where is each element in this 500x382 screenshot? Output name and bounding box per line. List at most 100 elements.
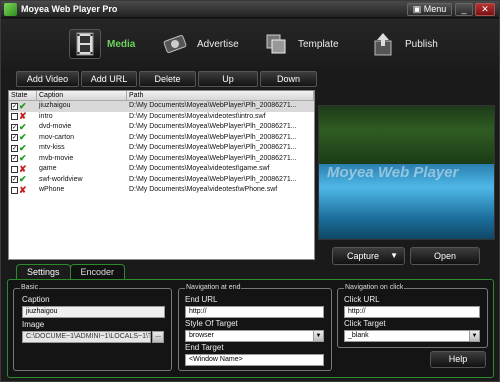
row-caption: mtv-kiss — [39, 144, 65, 151]
help-button[interactable]: Help — [430, 351, 486, 368]
navigation-on-click-group: Navigation on click Click URL http:// Cl… — [337, 284, 488, 348]
row-state: ✓ ✔ — [9, 122, 37, 133]
row-state: ✓ ✔ — [9, 154, 37, 165]
error-x-icon: ✘ — [19, 163, 27, 174]
media-list-rows: ✓ ✔ jiuzhaigou D:\My Documents\Moyea\WebPla… — [9, 101, 314, 196]
table-row[interactable]: ✓ ✔ dvd-movie D:\My Documents\Moyea\WebPlay… — [9, 122, 314, 133]
style-of-target-select[interactable]: browser ▼ — [185, 330, 324, 342]
style-of-target-label: Style Of Target — [185, 319, 238, 328]
down-button[interactable]: Down — [260, 71, 317, 87]
row-state: ✓ ✔ — [9, 101, 37, 112]
nav-advertise[interactable]: Advertise — [159, 27, 239, 61]
row-path: D:\My Documents\Moyea\videotest\wPhone.s… — [129, 186, 278, 193]
menu-button[interactable]: ▣ Menu — [407, 3, 452, 16]
chevron-down-icon[interactable]: ▼ — [469, 331, 479, 341]
end-target-label: End Target — [185, 343, 224, 352]
close-button[interactable]: ✕ — [475, 3, 495, 16]
tab-settings[interactable]: Settings — [16, 264, 71, 279]
up-button[interactable]: Up — [198, 71, 258, 87]
click-target-select[interactable]: _blank ▼ — [344, 330, 480, 342]
film-reel-icon — [159, 29, 191, 59]
capture-button[interactable]: Capture ▼ — [332, 247, 405, 265]
preview-forest — [319, 106, 494, 166]
settings-panel: Basic Caption jiuzhaigou Image C:\DOCUME… — [7, 279, 494, 378]
row-path: D:\My Documents\Moyea\WebPlayer\Plh_2008… — [129, 133, 297, 141]
title-bar: Moyea Web Player Pro ▣ Menu _ ✕ — [1, 1, 499, 18]
tab-encoder[interactable]: Encoder — [69, 264, 126, 279]
checkmark-icon: ✔ — [19, 100, 27, 111]
table-row[interactable]: ✘ game D:\My Documents\Moyea\videotest\gam… — [9, 164, 314, 175]
style-of-target-value: browser — [189, 332, 214, 339]
click-url-field[interactable]: http:// — [344, 306, 480, 318]
column-header-caption[interactable]: Caption — [37, 91, 127, 100]
capture-label: Capture — [347, 251, 380, 261]
nav-template[interactable]: Template — [260, 27, 339, 61]
table-row[interactable]: ✓ ✔ mtv-kiss D:\My Documents\Moyea\WebPlaye… — [9, 143, 314, 154]
open-button[interactable]: Open — [410, 247, 480, 265]
caption-field[interactable]: jiuzhaigou — [22, 306, 165, 318]
basic-group-title: Basic — [20, 284, 40, 291]
column-header-path[interactable]: Path — [127, 91, 314, 100]
checkmark-icon: ✔ — [19, 142, 27, 153]
row-path: D:\My Documents\Moyea\WebPlayer\Plh_2008… — [129, 154, 297, 162]
row-checkbox[interactable]: ✓ — [11, 102, 18, 110]
nav-publish[interactable]: Publish — [367, 27, 438, 61]
column-header-state[interactable]: State — [9, 91, 37, 100]
end-target-field[interactable]: <Window Name> — [185, 354, 324, 366]
nav-advertise-label: Advertise — [197, 38, 239, 50]
click-target-value: _blank — [348, 332, 369, 339]
table-row[interactable]: ✘ intro D:\My Documents\Moyea\videotest\in… — [9, 112, 314, 123]
table-row[interactable]: ✓ ✔ swf-worldview D:\My Documents\Moyea\Web… — [9, 175, 314, 186]
row-checkbox[interactable]: ✓ — [11, 144, 18, 152]
row-checkbox[interactable]: ✓ — [11, 176, 18, 184]
row-caption: swf-worldview — [39, 175, 83, 183]
menu-icon: ▣ — [412, 4, 424, 14]
table-row[interactable]: ✓ ✔ jiuzhaigou D:\My Documents\Moyea\WebPla… — [9, 101, 314, 112]
preview-watermark: Moyea Web Player — [327, 164, 459, 181]
end-url-field[interactable]: http:// — [185, 306, 324, 318]
row-caption: dvd-movie — [39, 123, 72, 130]
menu-label: Menu — [423, 4, 447, 14]
table-row[interactable]: ✓ ✔ mvb-movie D:\My Documents\Moyea\WebPlay… — [9, 154, 314, 165]
row-checkbox[interactable]: ✓ — [11, 123, 18, 131]
navigation-at-end-group: Navigation at end End URL http:// Style … — [178, 284, 332, 371]
navigation-on-click-title: Navigation on click — [344, 284, 405, 291]
row-state: ✓ ✔ — [9, 133, 37, 144]
app-logo-icon — [4, 3, 17, 16]
row-path: D:\My Documents\Moyea\WebPlayer\Plh_2008… — [129, 123, 297, 130]
row-checkbox[interactable]: ✓ — [11, 134, 18, 142]
publish-icon — [367, 29, 399, 59]
nav-publish-label: Publish — [405, 38, 438, 50]
basic-group: Basic Caption jiuzhaigou Image C:\DOCUME… — [13, 284, 172, 371]
delete-button[interactable]: Delete — [139, 71, 196, 87]
media-list[interactable]: State Caption Path ✓ ✔ jiuzhaigou D:\My Doc… — [8, 90, 315, 260]
media-list-header: State Caption Path — [9, 91, 314, 101]
row-path: D:\My Documents\Moyea\WebPlayer\Plh_2008… — [129, 144, 297, 151]
add-video-button[interactable]: Add Video — [16, 71, 79, 87]
settings-tabs: Settings Encoder — [16, 264, 126, 279]
row-state: ✘ — [9, 112, 37, 123]
click-target-label: Click Target — [344, 319, 386, 328]
error-x-icon: ✘ — [19, 111, 27, 122]
row-caption: jiuzhaigou — [39, 102, 71, 109]
nav-template-label: Template — [298, 38, 339, 50]
row-checkbox[interactable] — [11, 113, 18, 121]
image-label: Image — [22, 320, 45, 329]
row-checkbox[interactable] — [11, 165, 18, 173]
image-path-field[interactable]: C:\DOCUME~1\ADMINI~1\LOCALS~1\Temp\mo... — [22, 331, 151, 343]
minimize-button[interactable]: _ — [455, 3, 473, 16]
dropdown-arrow-icon[interactable]: ▼ — [390, 248, 398, 264]
row-checkbox[interactable]: ✓ — [11, 155, 18, 163]
video-preview: Moyea Web Player — [318, 105, 495, 240]
end-url-label: End URL — [185, 295, 218, 304]
chevron-down-icon[interactable]: ▼ — [313, 331, 323, 341]
error-x-icon: ✘ — [19, 184, 27, 195]
table-row[interactable]: ✓ ✔ mov-carton D:\My Documents\Moyea\WebPla… — [9, 133, 314, 144]
browse-image-button[interactable]: ... — [152, 331, 164, 343]
nav-media[interactable]: Media — [69, 27, 135, 61]
click-url-label: Click URL — [344, 295, 380, 304]
table-row[interactable]: ✘ wPhone D:\My Documents\Moyea\videotest\w… — [9, 185, 314, 196]
row-checkbox[interactable] — [11, 186, 18, 194]
add-url-button[interactable]: Add URL — [81, 71, 137, 87]
checkmark-icon: ✔ — [19, 174, 27, 185]
